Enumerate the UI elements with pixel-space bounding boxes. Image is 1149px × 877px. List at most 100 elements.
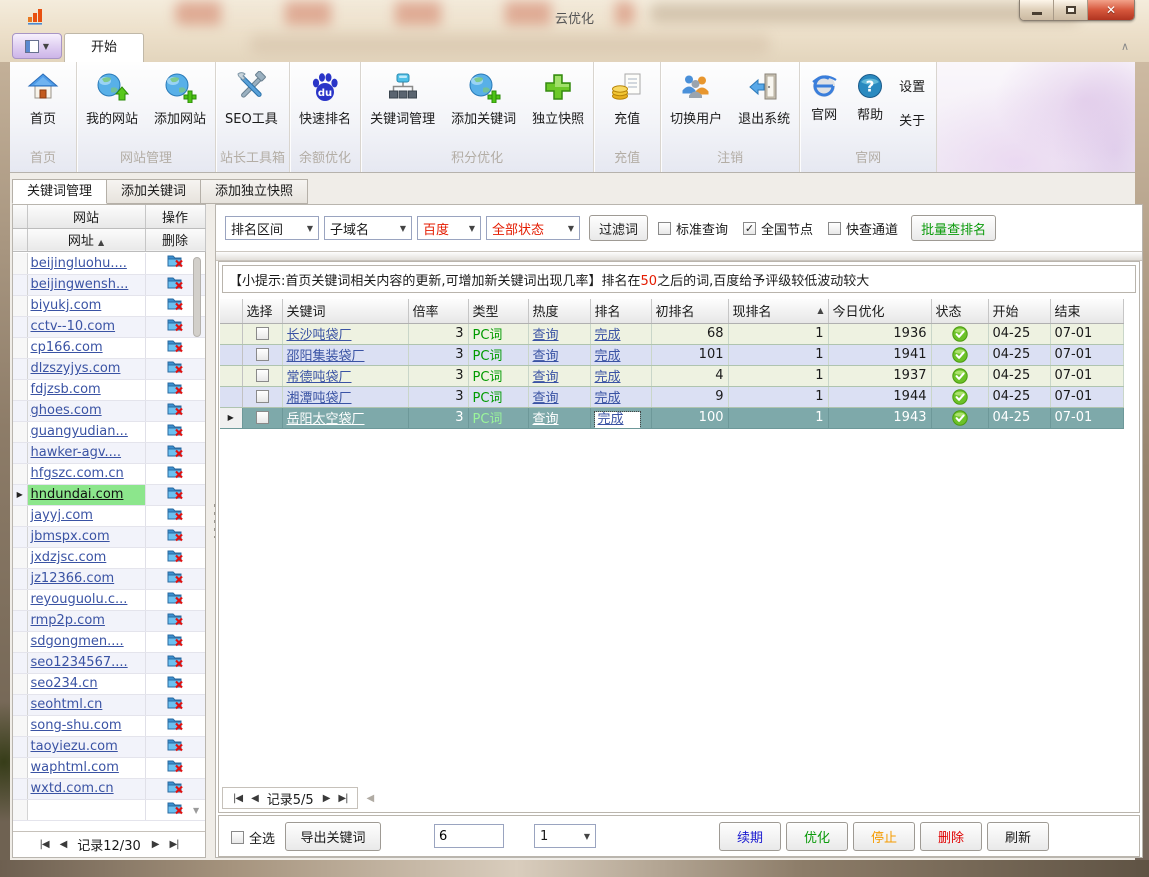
action-button-续期[interactable]: 续期 bbox=[719, 822, 781, 851]
delete-site-icon[interactable] bbox=[167, 590, 184, 606]
pager-prev-icon[interactable]: ◀ bbox=[60, 839, 67, 850]
column-header-状态[interactable]: 状态 bbox=[931, 299, 988, 323]
delete-site-icon[interactable] bbox=[167, 548, 184, 564]
keyword-link[interactable]: 湘潭吨袋厂 bbox=[287, 391, 352, 406]
ribbon-button-独立快照[interactable]: 独立快照 bbox=[524, 64, 592, 147]
site-link[interactable]: biyukj.com bbox=[31, 298, 102, 313]
row-checkbox[interactable] bbox=[256, 390, 269, 403]
rank-done-link[interactable]: 完成 bbox=[595, 370, 621, 385]
tab-添加关键词[interactable]: 添加关键词 bbox=[107, 179, 201, 204]
ribbon-button-添加网站[interactable]: 添加网站 bbox=[146, 64, 214, 147]
ribbon-link-设置[interactable]: 设置 bbox=[899, 76, 925, 95]
filter-combo-全部状态[interactable]: 全部状态▼ bbox=[486, 216, 580, 240]
rank-done-link[interactable]: 完成 bbox=[595, 328, 621, 343]
delete-site-icon[interactable] bbox=[167, 611, 184, 627]
ribbon-button-SEO工具[interactable]: SEO工具 bbox=[217, 64, 286, 147]
site-link[interactable]: seo1234567.... bbox=[31, 655, 128, 670]
close-button[interactable]: ✕ bbox=[1088, 0, 1134, 20]
select-all-checkbox[interactable]: 全选 bbox=[231, 828, 275, 847]
site-link[interactable]: guangyudian... bbox=[31, 424, 128, 439]
row-checkbox[interactable] bbox=[256, 411, 269, 424]
ribbon-tab-start[interactable]: 开始 bbox=[64, 33, 144, 62]
site-link[interactable]: hndundai.com bbox=[31, 487, 124, 502]
delete-site-icon[interactable] bbox=[167, 253, 184, 269]
minimize-button[interactable] bbox=[1020, 0, 1054, 20]
rank-done-link[interactable]: 完成 bbox=[595, 391, 621, 406]
ribbon-button-帮助[interactable]: ?帮助 bbox=[847, 64, 893, 147]
rank-done-link[interactable]: 完成 bbox=[595, 349, 621, 364]
rank-done-link[interactable]: 完成 bbox=[598, 412, 624, 427]
site-link[interactable]: seo234.cn bbox=[31, 676, 98, 691]
ribbon-button-官网[interactable]: 官网 bbox=[801, 64, 847, 147]
ribbon-link-关于[interactable]: 关于 bbox=[899, 110, 925, 129]
site-link[interactable]: reyouguolu.c... bbox=[31, 592, 128, 607]
delete-site-icon[interactable] bbox=[167, 422, 184, 438]
sites-op-header[interactable]: 操作 bbox=[145, 205, 205, 228]
export-keywords-button[interactable]: 导出关键词 bbox=[285, 822, 381, 851]
site-link[interactable]: beijingwensh... bbox=[31, 277, 129, 292]
ribbon-button-切换用户[interactable]: 切换用户 bbox=[662, 64, 730, 147]
count-input[interactable] bbox=[434, 824, 504, 848]
heat-query-link[interactable]: 查询 bbox=[533, 391, 559, 406]
delete-site-icon[interactable] bbox=[167, 443, 184, 459]
scrollbar-down-icon[interactable]: ▼ bbox=[193, 806, 199, 815]
column-header-关键词[interactable]: 关键词 bbox=[282, 299, 408, 323]
ribbon-button-充值[interactable]: 充值 bbox=[595, 64, 659, 147]
heat-query-link[interactable]: 查询 bbox=[533, 412, 559, 427]
delete-site-icon[interactable] bbox=[167, 464, 184, 480]
site-link[interactable]: dlzszyjys.com bbox=[31, 361, 121, 376]
site-link[interactable]: fdjzsb.com bbox=[31, 382, 101, 397]
pager-last-icon[interactable]: ▶| bbox=[338, 793, 347, 804]
action-button-刷新[interactable]: 刷新 bbox=[987, 822, 1049, 851]
column-header-热度[interactable]: 热度 bbox=[528, 299, 590, 323]
column-header-结束[interactable]: 结束 bbox=[1050, 299, 1123, 323]
delete-site-icon[interactable] bbox=[167, 695, 184, 711]
maximize-button[interactable] bbox=[1054, 0, 1088, 20]
site-link[interactable]: song-shu.com bbox=[31, 718, 122, 733]
delete-site-icon[interactable] bbox=[167, 674, 184, 690]
delete-site-icon[interactable] bbox=[167, 779, 184, 795]
site-link[interactable]: wxtd.com.cn bbox=[31, 781, 114, 796]
site-link[interactable]: cp166.com bbox=[31, 340, 103, 355]
keyword-link[interactable]: 长沙吨袋厂 bbox=[287, 328, 352, 343]
column-header-现排名[interactable]: 现排名▲ bbox=[728, 299, 828, 323]
delete-site-icon[interactable] bbox=[167, 275, 184, 291]
checkbox-标准查询[interactable]: 标准查询 bbox=[658, 219, 728, 238]
ribbon-button-添加关键词[interactable]: 添加关键词 bbox=[443, 64, 524, 147]
site-link[interactable]: cctv--10.com bbox=[31, 319, 116, 334]
delete-site-icon[interactable] bbox=[167, 296, 184, 312]
rank-edit-cell[interactable]: 完成 bbox=[595, 412, 640, 428]
pager-next-icon[interactable]: ▶ bbox=[323, 793, 330, 804]
column-header-初排名[interactable]: 初排名 bbox=[651, 299, 728, 323]
site-link[interactable]: taoyiezu.com bbox=[31, 739, 118, 754]
action-button-删除[interactable]: 删除 bbox=[920, 822, 982, 851]
delete-site-icon[interactable] bbox=[167, 380, 184, 396]
keyword-link[interactable]: 岳阳太空袋厂 bbox=[287, 412, 365, 427]
app-menu-button[interactable]: ▼ bbox=[12, 33, 62, 59]
pager-next-icon[interactable]: ▶ bbox=[152, 839, 159, 850]
heat-query-link[interactable]: 查询 bbox=[533, 349, 559, 364]
delete-site-icon[interactable] bbox=[167, 338, 184, 354]
delete-site-icon[interactable] bbox=[167, 758, 184, 774]
sites-url-header[interactable]: 网址 ▲ bbox=[27, 228, 145, 251]
site-link[interactable]: rmp2p.com bbox=[31, 613, 105, 628]
delete-site-icon[interactable] bbox=[167, 653, 184, 669]
ribbon-button-我的网站[interactable]: 我的网站 bbox=[78, 64, 146, 147]
heat-query-link[interactable]: 查询 bbox=[533, 328, 559, 343]
delete-site-icon[interactable] bbox=[167, 359, 184, 375]
row-checkbox[interactable] bbox=[256, 348, 269, 361]
delete-site-icon[interactable] bbox=[167, 401, 184, 417]
site-link[interactable]: jbmspx.com bbox=[31, 529, 110, 544]
sites-delete-header[interactable]: 删除 bbox=[145, 228, 205, 251]
scrollbar-thumb[interactable] bbox=[193, 257, 201, 337]
site-link[interactable]: jxdzjsc.com bbox=[31, 550, 107, 565]
action-button-优化[interactable]: 优化 bbox=[786, 822, 848, 851]
tab-添加独立快照[interactable]: 添加独立快照 bbox=[201, 179, 308, 204]
ribbon-button-首页[interactable]: 首页 bbox=[11, 64, 75, 147]
ribbon-button-关键词管理[interactable]: 关键词管理 bbox=[362, 64, 443, 147]
action-button-停止[interactable]: 停止 bbox=[853, 822, 915, 851]
site-link[interactable]: jayyj.com bbox=[31, 508, 93, 523]
heat-query-link[interactable]: 查询 bbox=[533, 370, 559, 385]
delete-site-icon[interactable] bbox=[167, 317, 184, 333]
ribbon-button-退出系统[interactable]: 退出系统 bbox=[730, 64, 798, 147]
